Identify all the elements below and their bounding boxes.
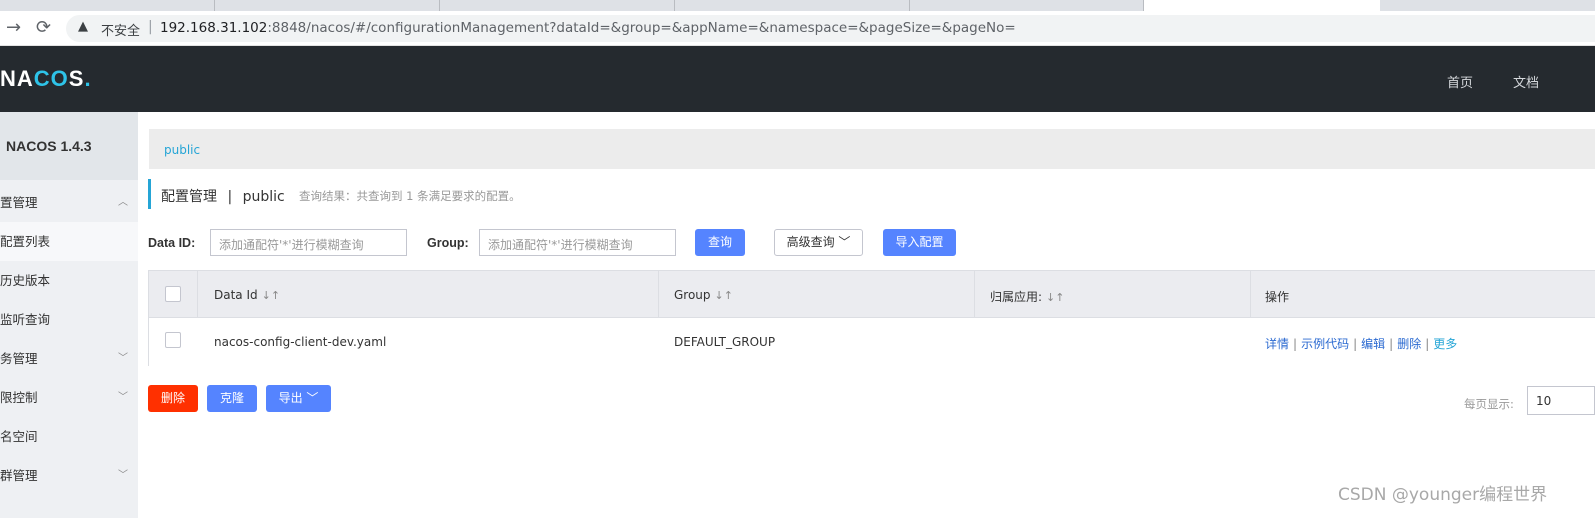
chevron-down-icon: ﹀ bbox=[118, 353, 128, 364]
address-bar: → ⟳ ▲ 不安全 | 192.168.31.102:8848/nacos/#/… bbox=[0, 11, 1595, 46]
chevron-down-icon: ﹀ bbox=[118, 392, 128, 403]
clone-button[interactable]: 克隆 bbox=[207, 385, 257, 412]
sort-icon[interactable]: ↓↑ bbox=[262, 289, 280, 302]
version-label: NACOS 1.4.3 bbox=[0, 112, 138, 180]
table-header: Data Id ↓↑ Group ↓↑ 归属应用: ↓↑ 操作 bbox=[149, 271, 1595, 318]
advanced-query-button[interactable]: 高级查询 ﹀ bbox=[774, 229, 863, 256]
url-separator: | bbox=[148, 19, 153, 35]
group-label: Group: bbox=[427, 236, 469, 250]
cell-actions: 详情 | 示例代码 | 编辑 | 删除 | 更多 bbox=[1265, 337, 1458, 351]
sort-icon[interactable]: ↓↑ bbox=[1046, 291, 1064, 304]
sidebar: NACOS 1.4.3 置管理 ︿ 配置列表 历史版本 监听查询 务管理 ﹀ 限… bbox=[0, 112, 138, 518]
chevron-up-icon: ︿ bbox=[118, 197, 128, 208]
action-more-link[interactable]: 更多 bbox=[1433, 337, 1457, 351]
chevron-down-icon: ﹀ bbox=[838, 235, 851, 249]
browser-tab[interactable] bbox=[675, 0, 910, 11]
browser-tab[interactable] bbox=[910, 0, 1144, 11]
sidebar-item-config-list[interactable]: 配置列表 bbox=[0, 222, 138, 261]
url-omnibox[interactable]: ▲ 不安全 | 192.168.31.102:8848/nacos/#/conf… bbox=[66, 15, 1595, 42]
browser-tab-active[interactable] bbox=[1144, 0, 1380, 11]
watermark: CSDN @younger编程世界 bbox=[1338, 485, 1548, 505]
title-separator: | bbox=[227, 189, 233, 205]
sidebar-item-service-management[interactable]: 务管理 ﹀ bbox=[0, 339, 138, 378]
sort-icon[interactable]: ↓↑ bbox=[715, 289, 733, 302]
browser-tab[interactable] bbox=[0, 0, 215, 11]
sidebar-item-listener-query[interactable]: 监听查询 bbox=[0, 300, 138, 339]
nacos-logo[interactable]: NACOS. bbox=[0, 66, 92, 92]
sidebar-item-cluster-management[interactable]: 群管理 ﹀ bbox=[0, 456, 138, 495]
cell-data-id: nacos-config-client-dev.yaml bbox=[214, 335, 387, 349]
row-checkbox[interactable] bbox=[165, 332, 181, 348]
page-title-namespace: public bbox=[242, 189, 285, 205]
action-edit-link[interactable]: 编辑 bbox=[1361, 337, 1385, 351]
export-button[interactable]: 导出 ﹀ bbox=[266, 385, 331, 412]
namespace-tab-public[interactable]: public bbox=[164, 143, 200, 157]
per-page-label: 每页显示: bbox=[1464, 397, 1514, 411]
app-header: NACOS. 首页 文档 bbox=[0, 46, 1595, 112]
reload-icon[interactable]: ⟳ bbox=[36, 17, 51, 39]
browser-tabstrip bbox=[0, 0, 1595, 11]
header-data-id[interactable]: Data Id ↓↑ bbox=[214, 288, 280, 302]
cell-group: DEFAULT_GROUP bbox=[674, 335, 776, 349]
per-page-select[interactable]: 10 bbox=[1527, 386, 1595, 415]
sidebar-item-namespace[interactable]: 名空间 bbox=[0, 417, 138, 456]
chevron-down-icon: ﹀ bbox=[118, 470, 128, 481]
sidebar-item-config-management[interactable]: 置管理 ︿ bbox=[0, 183, 138, 222]
query-button[interactable]: 查询 bbox=[695, 229, 745, 256]
url-text[interactable]: 192.168.31.102:8848/nacos/#/configuratio… bbox=[160, 20, 1016, 36]
forward-icon[interactable]: → bbox=[6, 17, 21, 39]
import-config-button[interactable]: 导入配置 bbox=[883, 229, 956, 256]
header-actions: 操作 bbox=[1265, 290, 1290, 304]
table-row: nacos-config-client-dev.yaml DEFAULT_GRO… bbox=[149, 318, 1595, 366]
bulk-delete-button[interactable]: 删除 bbox=[148, 385, 198, 412]
nav-docs[interactable]: 文档 bbox=[1513, 72, 1539, 91]
nav-home[interactable]: 首页 bbox=[1447, 72, 1473, 91]
insecure-label[interactable]: 不安全 bbox=[101, 20, 140, 39]
sidebar-item-history[interactable]: 历史版本 bbox=[0, 261, 138, 300]
chevron-down-icon: ﹀ bbox=[306, 391, 319, 405]
query-result-text: 查询结果：共查询到 1 条满足要求的配置。 bbox=[299, 189, 521, 203]
page-title-text: 配置管理 bbox=[161, 189, 217, 205]
url-host: 192.168.31.102 bbox=[160, 20, 268, 36]
dataid-input[interactable]: 添加通配符'*'进行模糊查询 bbox=[210, 229, 407, 256]
header-group[interactable]: Group ↓↑ bbox=[674, 288, 733, 302]
action-delete-link[interactable]: 删除 bbox=[1397, 337, 1421, 351]
browser-tab[interactable] bbox=[215, 0, 440, 11]
url-path: :8848/nacos/#/configurationManagement?da… bbox=[267, 20, 1016, 36]
namespace-bar: public bbox=[149, 129, 1595, 169]
warning-icon[interactable]: ▲ bbox=[78, 19, 88, 34]
select-all-checkbox[interactable] bbox=[165, 286, 181, 302]
dataid-label: Data ID: bbox=[148, 236, 196, 250]
header-app[interactable]: 归属应用: ↓↑ bbox=[990, 288, 1064, 305]
action-detail-link[interactable]: 详情 bbox=[1265, 337, 1289, 351]
browser-tab[interactable] bbox=[440, 0, 675, 11]
group-input[interactable]: 添加通配符'*'进行模糊查询 bbox=[479, 229, 676, 256]
sidebar-item-access-control[interactable]: 限控制 ﹀ bbox=[0, 378, 138, 417]
config-table: Data Id ↓↑ Group ↓↑ 归属应用: ↓↑ 操作 nacos-confi… bbox=[148, 270, 1595, 366]
action-sample-code-link[interactable]: 示例代码 bbox=[1301, 337, 1349, 351]
